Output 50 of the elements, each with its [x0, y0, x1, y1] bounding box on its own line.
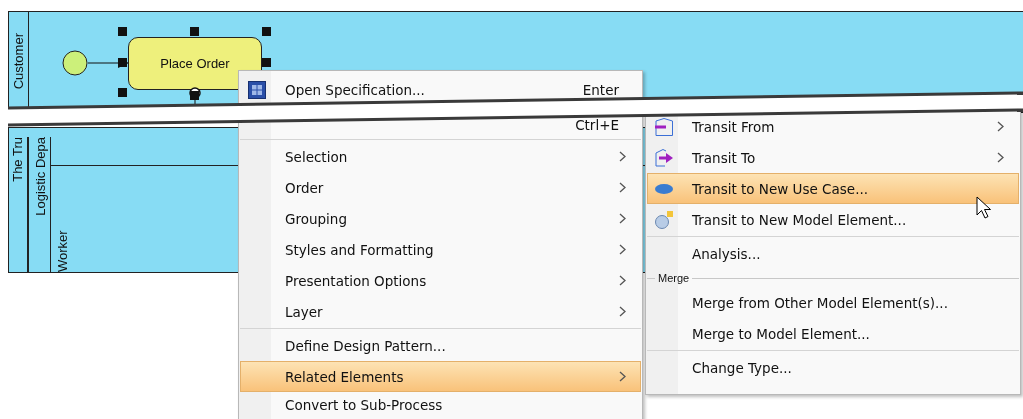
- group-label: Merge: [658, 272, 690, 284]
- cursor-icon: [976, 196, 992, 220]
- menu-icon: [248, 80, 266, 99]
- resize-handle[interactable]: [118, 58, 127, 67]
- chevron-icon: [619, 371, 626, 382]
- menu-item[interactable]: Transit From: [647, 111, 1019, 142]
- menu-item[interactable]: Related Elements: [240, 361, 641, 392]
- connector-line: [194, 99, 196, 104]
- menu-item[interactable]: Styles and Formatting: [240, 234, 641, 265]
- chevron-icon: [997, 152, 1004, 163]
- resize-handle[interactable]: [190, 27, 199, 36]
- menu-item[interactable]: Merge from Other Model Element(s)...: [647, 287, 1019, 318]
- lane-name: Worker: [55, 229, 70, 272]
- chevron-icon: [619, 244, 626, 255]
- lane-name: Customer: [10, 32, 26, 90]
- menu-item[interactable]: Convert to Sub-Process: [240, 392, 641, 418]
- resize-handle[interactable]: [190, 91, 199, 100]
- resize-handle[interactable]: [118, 88, 127, 97]
- menu-item[interactable]: Ctrl+E: [575, 116, 619, 133]
- resize-handle[interactable]: [262, 27, 271, 36]
- menu-item[interactable]: Change Type...: [647, 352, 1019, 383]
- menu-item[interactable]: Selection: [240, 141, 641, 172]
- resize-handle[interactable]: [118, 27, 127, 36]
- menu-icon: [655, 117, 673, 136]
- menu-item[interactable]: Analysis...: [647, 238, 1019, 269]
- chevron-icon: [619, 275, 626, 286]
- shortcut-label: Enter: [582, 81, 619, 98]
- chevron-icon: [619, 182, 626, 193]
- chevron-icon: [619, 151, 626, 162]
- task[interactable]: Place Order: [128, 37, 262, 90]
- department-name: Logistic Depa: [32, 137, 48, 216]
- menu-item[interactable]: Transit to New Use Case...: [647, 173, 1019, 204]
- menu-item[interactable]: Define Design Pattern...: [240, 330, 641, 361]
- menu-icon: [655, 183, 673, 194]
- chevron-icon: [619, 213, 626, 224]
- menu-item[interactable]: Layer: [240, 296, 641, 327]
- chevron-icon: [997, 121, 1004, 132]
- menu-item[interactable]: Grouping: [240, 203, 641, 234]
- start-event: [61, 49, 89, 77]
- menu-item[interactable]: Transit to New Model Element...: [647, 204, 1019, 235]
- menu-icon: [655, 148, 673, 167]
- task-label: Place Order: [160, 56, 230, 71]
- menu-item[interactable]: Transit To: [647, 142, 1019, 173]
- pool-name: The Tru: [10, 137, 25, 182]
- menu-icon: [655, 210, 673, 229]
- resize-handle[interactable]: [262, 58, 271, 67]
- menu-item[interactable]: Presentation Options: [240, 265, 641, 296]
- menu-item[interactable]: Order: [240, 172, 641, 203]
- menu-item[interactable]: Merge to Model Element...: [647, 318, 1019, 349]
- chevron-icon: [619, 306, 626, 317]
